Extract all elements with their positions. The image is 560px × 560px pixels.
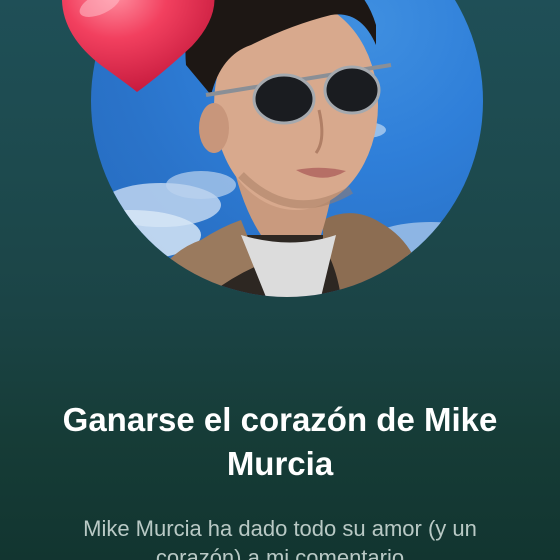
heart-icon bbox=[62, 0, 215, 92]
achievement-card: Ganarse el corazón de Mike Murcia Mike M… bbox=[0, 0, 560, 560]
achievement-description: Mike Murcia ha dado todo su amor (y un c… bbox=[83, 516, 477, 560]
achievement-title: Ganarse el corazón de Mike Murcia bbox=[62, 401, 498, 482]
